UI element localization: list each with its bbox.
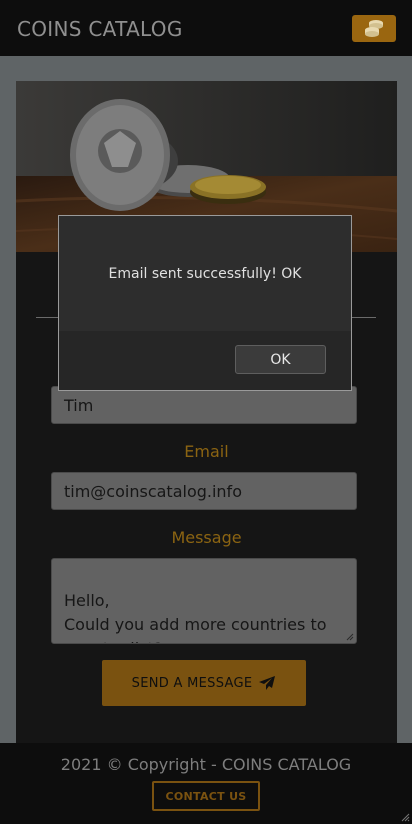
paper-plane-icon: [259, 676, 276, 690]
email-input[interactable]: tim@coinscatalog.info: [51, 472, 357, 510]
message-textarea[interactable]: Hello, Could you add more countries to c…: [51, 558, 357, 644]
send-message-label: SEND A MESSAGE: [131, 675, 253, 691]
email-input-value: tim@coinscatalog.info: [64, 481, 242, 501]
message-label: Message: [171, 528, 242, 547]
copyright-text: 2021 © Copyright - COINS CATALOG: [60, 755, 352, 774]
top-navbar: COINS CATALOG: [0, 0, 412, 56]
coins-stack-icon: [365, 19, 383, 37]
alert-message: Email sent successfully! OK: [108, 266, 302, 282]
email-label: Email: [184, 442, 229, 461]
send-message-button[interactable]: SEND A MESSAGE: [102, 660, 306, 706]
alert-dialog-body: Email sent successfully! OK: [59, 216, 351, 331]
alert-dialog: Email sent successfully! OK OK: [58, 215, 352, 391]
page-footer: 2021 © Copyright - COINS CATALOG CONTACT…: [0, 743, 412, 824]
contact-us-button[interactable]: CONTACT US: [152, 781, 260, 811]
brand-title[interactable]: COINS CATALOG: [17, 17, 183, 41]
resize-grip-icon[interactable]: [346, 633, 354, 641]
message-textarea-value: Hello, Could you add more countries to c…: [64, 591, 327, 643]
menu-toggle-button[interactable]: [352, 15, 396, 42]
ok-button[interactable]: OK: [235, 345, 326, 374]
alert-dialog-footer: OK: [59, 331, 351, 390]
name-input[interactable]: Tim: [51, 386, 357, 424]
resize-corner-icon: [401, 813, 410, 822]
name-input-value: Tim: [64, 395, 94, 415]
contact-card: Tim Email tim@coinscatalog.info Message …: [16, 81, 397, 751]
